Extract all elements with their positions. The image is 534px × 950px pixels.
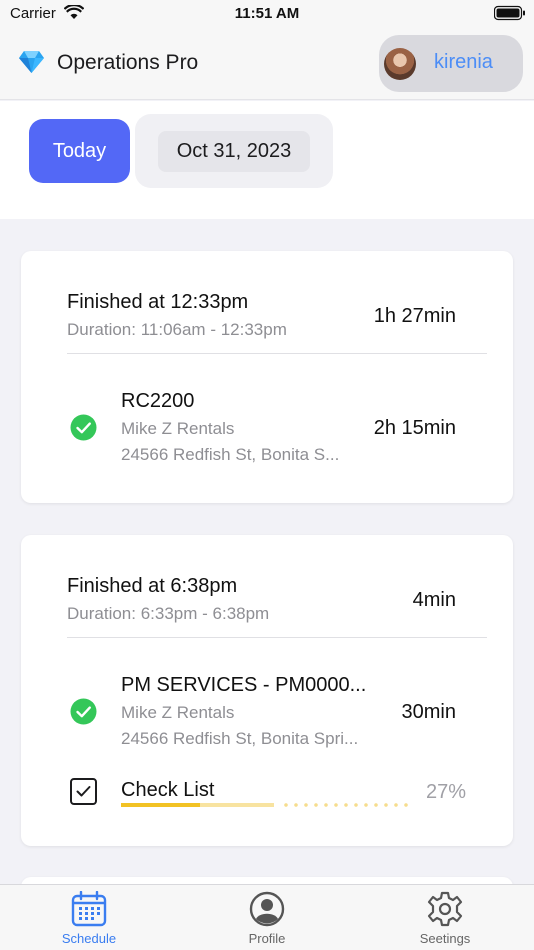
job-name[interactable]: PM SERVICES - PM0000...	[121, 674, 366, 697]
checklist-checkbox-icon[interactable]	[70, 778, 97, 805]
calendar-icon	[71, 890, 107, 932]
today-button[interactable]: Today	[29, 119, 130, 183]
job-address: 24566 Redfish St, Bonita S...	[121, 445, 340, 464]
tab-settings-label: Seetings	[419, 931, 471, 946]
date-picker[interactable]: Oct 31, 2023	[135, 114, 333, 188]
job-duration: 2h 15min	[373, 417, 456, 439]
tab-bar: Schedule Profile Seetings	[0, 884, 534, 950]
visit-card[interactable]: Finished at 6:38pm Duration: 6:33pm - 6:…	[21, 535, 513, 846]
app-header: Operations Pro kirenia	[0, 30, 534, 100]
progress-dots	[281, 803, 414, 807]
checklist-progress-bar	[121, 803, 414, 807]
divider	[67, 637, 487, 638]
tab-profile-label: Profile	[248, 931, 286, 946]
tab-settings[interactable]: Seetings	[356, 885, 534, 950]
visit-duration-range: Duration: 6:33pm - 6:38pm	[67, 604, 270, 623]
job-address: 24566 Redfish St, Bonita Spri...	[121, 729, 359, 748]
date-selector: Today Oct 31, 2023	[0, 101, 534, 219]
completed-check-icon	[70, 698, 97, 730]
avatar	[384, 48, 416, 80]
visit-finished-label: Finished at 6:38pm	[67, 575, 238, 597]
battery-icon	[493, 5, 526, 26]
status-time: 11:51 AM	[234, 5, 300, 22]
person-circle-icon	[249, 891, 285, 932]
user-profile-button[interactable]: kirenia	[379, 35, 523, 92]
job-duration: 30min	[401, 701, 456, 723]
checklist-progress-fill	[121, 803, 201, 807]
visit-duration-range: Duration: 11:06am - 12:33pm	[67, 320, 287, 339]
gear-icon	[427, 891, 463, 932]
completed-check-icon	[70, 414, 97, 446]
checklist-label[interactable]: Check List	[121, 779, 214, 802]
visit-total-time: 1h 27min	[373, 305, 456, 327]
selected-date[interactable]: Oct 31, 2023	[158, 131, 310, 172]
checklist-percent: 27%	[425, 781, 466, 803]
job-client: Mike Z Rentals	[121, 703, 235, 722]
job-name[interactable]: RC2200	[121, 390, 194, 413]
divider	[67, 353, 487, 354]
visit-finished-label: Finished at 12:33pm	[67, 291, 249, 313]
visit-total-time: 4min	[412, 589, 456, 611]
job-client: Mike Z Rentals	[121, 419, 235, 438]
tab-schedule-label: Schedule	[61, 931, 117, 946]
app-title: Operations Pro	[57, 51, 199, 74]
diamond-logo-icon	[18, 50, 45, 79]
tab-profile[interactable]: Profile	[178, 885, 356, 950]
visit-card[interactable]: Finished at 12:33pm Duration: 11:06am - …	[21, 251, 513, 503]
status-bar: Carrier 11:51 AM	[0, 0, 534, 30]
user-name: kirenia	[434, 51, 493, 73]
tab-schedule[interactable]: Schedule	[0, 885, 178, 950]
